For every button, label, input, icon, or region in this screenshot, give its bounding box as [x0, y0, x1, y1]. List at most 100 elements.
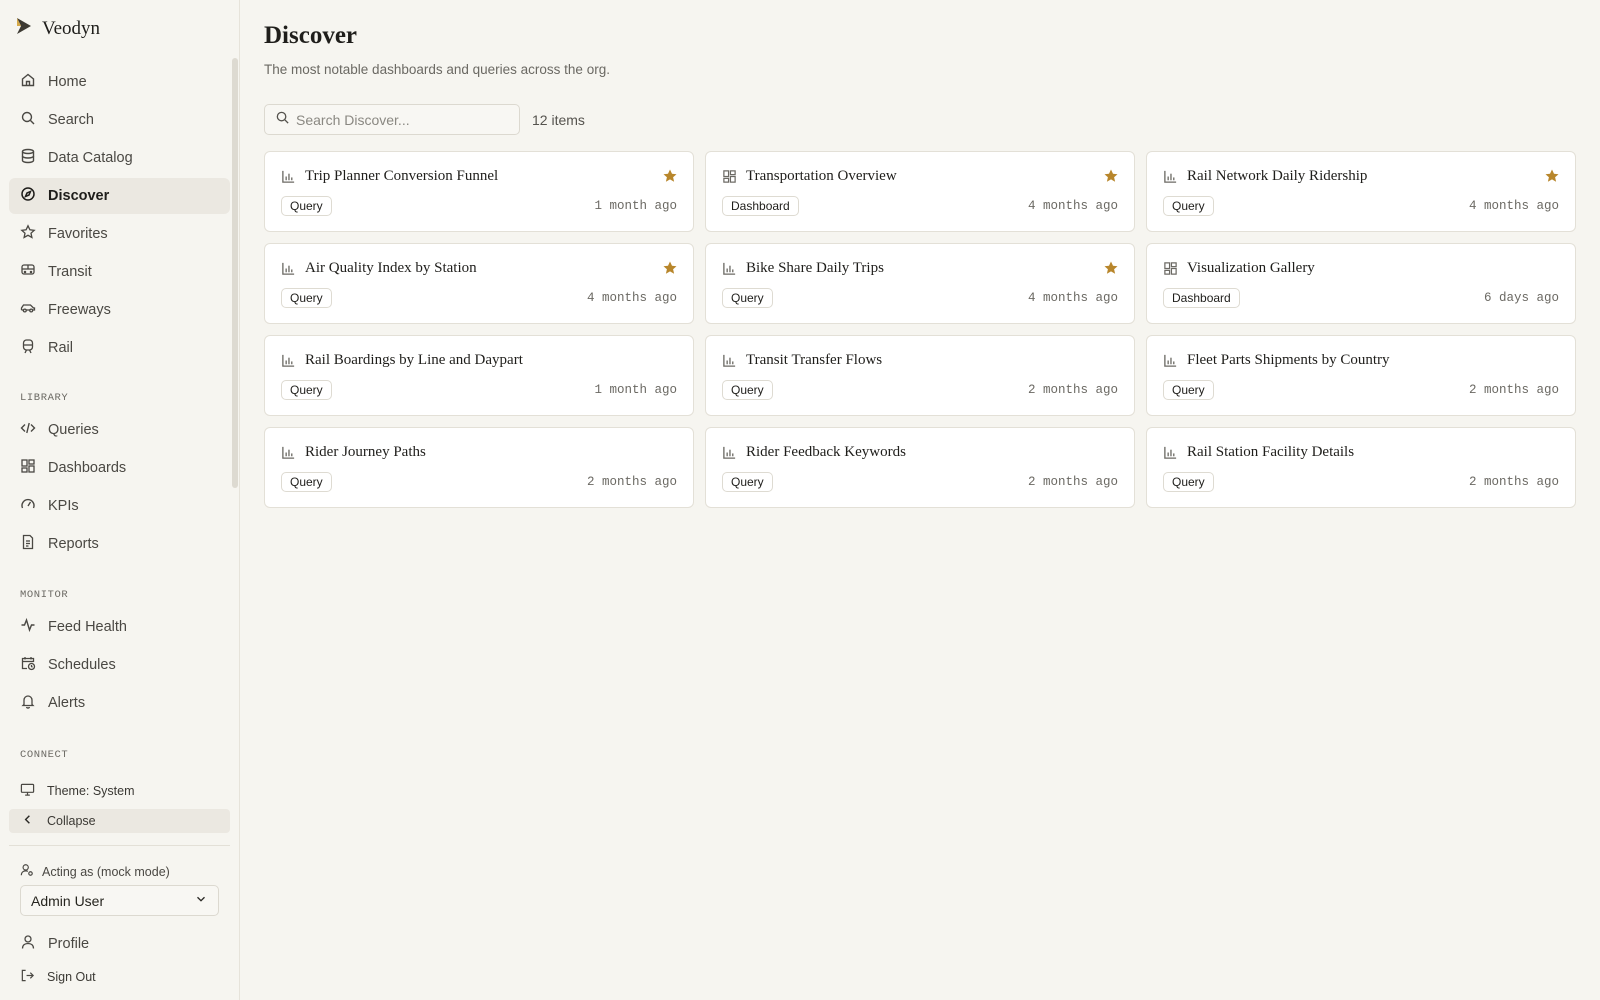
favorite-star-icon[interactable]	[1103, 168, 1119, 189]
sidebar-item-label: Rail	[48, 340, 73, 356]
sidebar-item-search[interactable]: Search	[9, 102, 230, 138]
sidebar-item-favorites[interactable]: Favorites	[9, 216, 230, 252]
discover-grid: Trip Planner Conversion Funnel Query 1 m…	[264, 151, 1577, 508]
bus-icon	[20, 262, 36, 282]
favorite-star-icon[interactable]	[662, 260, 678, 281]
sidebar-item-kpis[interactable]: KPIs	[9, 488, 230, 524]
search-box[interactable]	[264, 104, 520, 135]
card-title: Rider Feedback Keywords	[746, 444, 906, 460]
sign-out-label: Sign Out	[47, 970, 96, 984]
theme-label: Theme: System	[47, 784, 135, 798]
collapse-button[interactable]: Collapse	[9, 809, 230, 833]
discover-card[interactable]: Rider Journey Paths Query 2 months ago	[264, 427, 694, 508]
discover-card[interactable]: Rail Station Facility Details Query 2 mo…	[1146, 427, 1576, 508]
card-title: Bike Share Daily Trips	[746, 260, 884, 276]
bar-chart-icon	[1163, 169, 1178, 189]
code-icon	[20, 420, 36, 440]
discover-card[interactable]: Rider Feedback Keywords Query 2 months a…	[705, 427, 1135, 508]
sidebar-item-discover[interactable]: Discover	[9, 178, 230, 214]
card-title: Transportation Overview	[746, 168, 897, 184]
bar-chart-icon	[281, 261, 296, 281]
sidebar-item-queries[interactable]: Queries	[9, 412, 230, 448]
sidebar-item-label: Schedules	[48, 657, 116, 673]
card-timestamp: 1 month ago	[594, 383, 677, 397]
sidebar-item-label: Discover	[48, 188, 110, 204]
sidebar-item-home[interactable]: Home	[9, 64, 230, 100]
sidebar-item-label: Profile	[48, 936, 90, 952]
item-count: 12 items	[532, 112, 585, 128]
monitor-icon	[20, 782, 35, 800]
train-icon	[20, 338, 36, 358]
sidebar-item-label: Freeways	[48, 302, 111, 318]
card-title: Rider Journey Paths	[305, 444, 426, 460]
discover-card[interactable]: Rail Boardings by Line and Daypart Query…	[264, 335, 694, 416]
discover-card[interactable]: Trip Planner Conversion Funnel Query 1 m…	[264, 151, 694, 232]
acting-as-label: Acting as (mock mode)	[20, 863, 170, 880]
favorite-star-icon[interactable]	[1544, 168, 1560, 189]
sidebar-item-label: Data Catalog	[48, 150, 133, 166]
sidebar-item-label: Feed Health	[48, 619, 127, 635]
sidebar-item-alerts[interactable]: Alerts	[9, 685, 230, 721]
sidebar-item-freeways[interactable]: Freeways	[9, 292, 230, 328]
card-timestamp: 6 days ago	[1483, 291, 1559, 305]
sidebar-item-label: Alerts	[48, 695, 86, 711]
user-cog-icon	[20, 863, 34, 880]
sidebar-item-reports[interactable]: Reports	[9, 526, 230, 562]
card-timestamp: 2 months ago	[1468, 383, 1559, 397]
type-badge: Query	[722, 380, 773, 400]
user-icon	[20, 934, 36, 954]
logo-icon	[14, 16, 34, 41]
discover-card[interactable]: Transportation Overview Dashboard 4 mont…	[705, 151, 1135, 232]
bell-icon	[20, 693, 36, 713]
sidebar-item-dashboards[interactable]: Dashboards	[9, 450, 230, 486]
dashboard-icon	[20, 458, 36, 478]
type-badge: Query	[281, 196, 332, 216]
card-title: Transit Transfer Flows	[746, 352, 883, 368]
card-title: Fleet Parts Shipments by Country	[1187, 352, 1390, 368]
favorite-star-icon[interactable]	[1103, 260, 1119, 281]
type-badge: Query	[281, 380, 332, 400]
sidebar-item-transit[interactable]: Transit	[9, 254, 230, 290]
discover-card[interactable]: Rail Network Daily Ridership Query 4 mon…	[1146, 151, 1576, 232]
search-input[interactable]	[296, 111, 506, 128]
sidebar-item-label: Reports	[48, 536, 99, 552]
sidebar-item-rail[interactable]: Rail	[9, 330, 230, 366]
bar-chart-icon	[1163, 445, 1178, 465]
discover-card[interactable]: Transit Transfer Flows Query 2 months ag…	[705, 335, 1135, 416]
sidebar-item-data-catalog[interactable]: Data Catalog	[9, 140, 230, 176]
acting-user-value: Admin User	[31, 892, 105, 909]
brand[interactable]: Veodyn	[14, 16, 100, 41]
sidebar-scrollbar[interactable]	[232, 58, 238, 488]
bar-chart-icon	[722, 261, 737, 281]
search-icon	[275, 110, 290, 130]
type-badge: Query	[281, 288, 332, 308]
discover-card[interactable]: Visualization Gallery Dashboard 6 days a…	[1146, 243, 1576, 324]
theme-toggle[interactable]: Theme: System	[9, 779, 230, 803]
type-badge: Query	[722, 288, 773, 308]
section-label-library: LIBRARY	[20, 392, 69, 404]
discover-card[interactable]: Air Quality Index by Station Query 4 mon…	[264, 243, 694, 324]
type-badge: Query	[722, 472, 773, 492]
search-icon	[20, 110, 36, 130]
gauge-icon	[20, 496, 36, 516]
sidebar-item-label: Search	[48, 112, 94, 128]
card-timestamp: 4 months ago	[586, 291, 677, 305]
card-title: Rail Network Daily Ridership	[1187, 168, 1368, 184]
chevron-down-icon	[194, 892, 208, 909]
discover-card[interactable]: Bike Share Daily Trips Query 4 months ag…	[705, 243, 1135, 324]
sign-out-button[interactable]: Sign Out	[9, 965, 230, 989]
sidebar-item-profile[interactable]: Profile	[9, 926, 230, 962]
card-timestamp: 4 months ago	[1027, 291, 1118, 305]
database-icon	[20, 148, 36, 168]
sidebar-item-schedules[interactable]: Schedules	[9, 647, 230, 683]
acting-user-select[interactable]: Admin User	[20, 885, 219, 916]
card-timestamp: 2 months ago	[586, 475, 677, 489]
bar-chart-icon	[722, 353, 737, 373]
sidebar-item-label: Home	[48, 74, 87, 90]
log-out-icon	[20, 968, 35, 986]
favorite-star-icon[interactable]	[662, 168, 678, 189]
discover-card[interactable]: Fleet Parts Shipments by Country Query 2…	[1146, 335, 1576, 416]
report-icon	[20, 534, 36, 554]
card-timestamp: 2 months ago	[1027, 475, 1118, 489]
sidebar-item-feed-health[interactable]: Feed Health	[9, 609, 230, 645]
